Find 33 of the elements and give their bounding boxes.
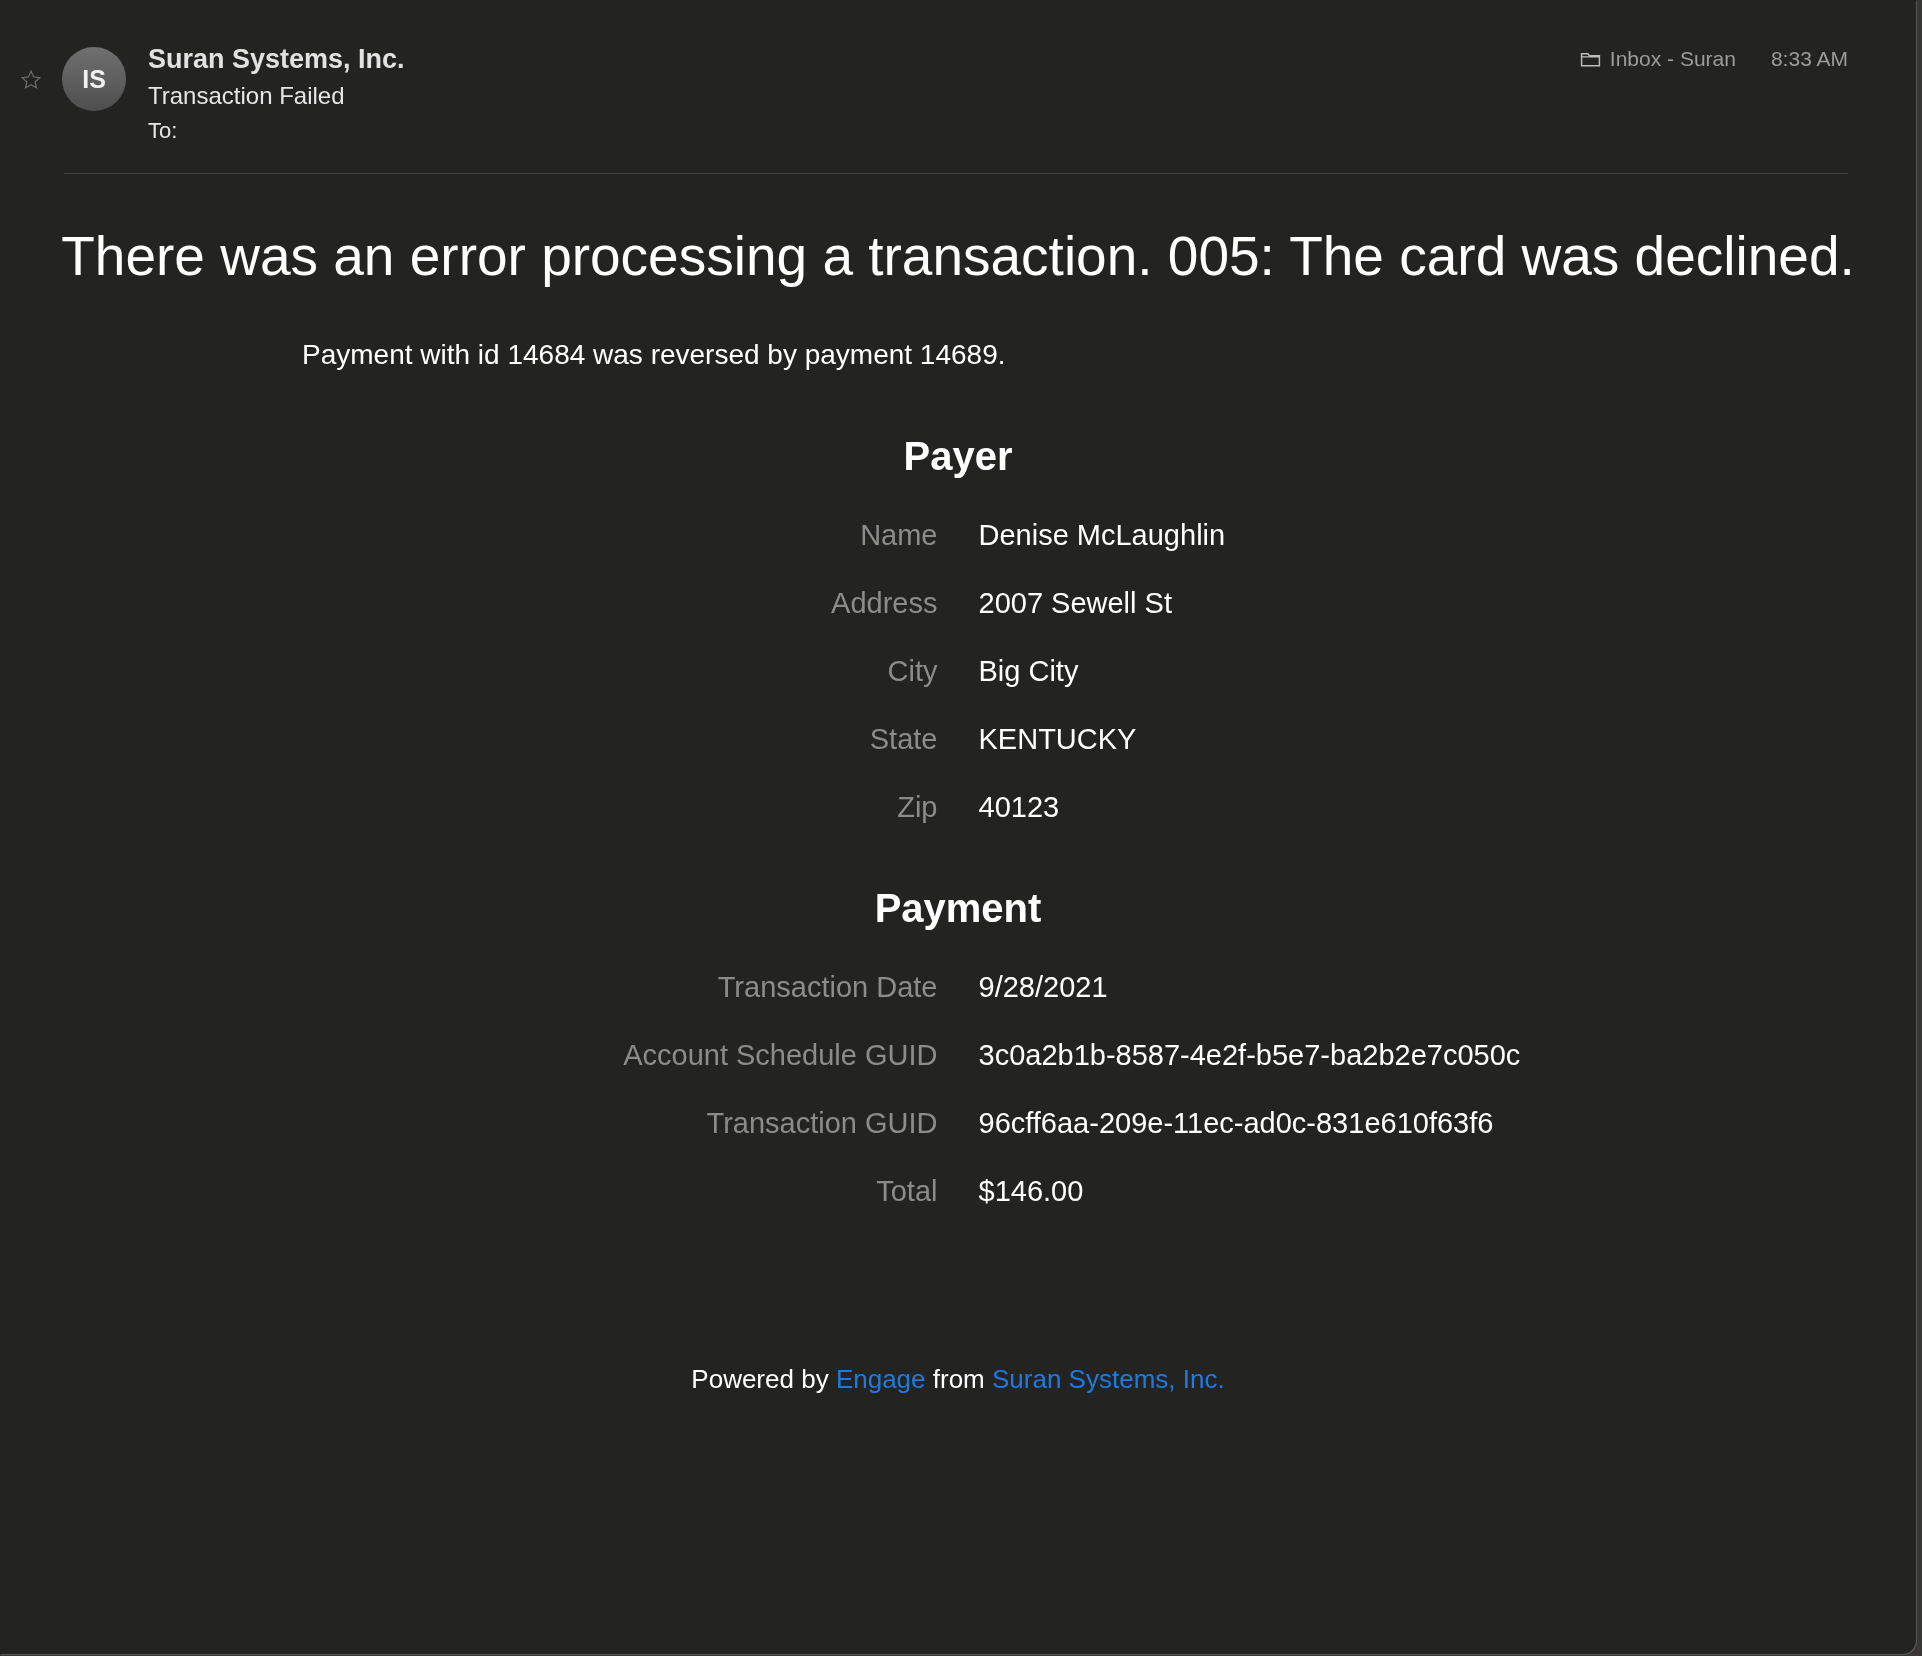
error-headline: There was an error processing a transaction. 005: The card was declined.	[60, 224, 1856, 288]
sender-name: Suran Systems, Inc.	[148, 43, 405, 76]
field-value: 3c0a2b1b-8587-4e2f-b5e7-ba2b2e7c050c	[978, 1038, 1522, 1072]
field-label: Account Schedule GUID	[622, 1038, 938, 1072]
powered-by-text: Powered by Engage from Suran Systems, Inc.	[690, 1363, 1226, 1395]
section-heading: Payment	[873, 885, 1043, 932]
mailbox-name[interactable]: Inbox - Suran	[1609, 47, 1736, 71]
field-label: Transaction GUID	[705, 1106, 938, 1140]
field-value: $146.00	[978, 1174, 1085, 1208]
field-value: KENTUCKY	[978, 722, 1138, 756]
email-time: 8:33 AM	[1770, 47, 1848, 71]
field-value: 2007 Sewell St	[978, 586, 1173, 620]
avatar: IS	[62, 47, 126, 111]
footer-link[interactable]: Suran Systems, Inc.	[992, 1364, 1225, 1394]
field-value: 9/28/2021	[978, 970, 1109, 1004]
field-label: Zip	[896, 790, 938, 824]
folder-icon	[1579, 50, 1601, 68]
reversal-note: Payment with id 14684 was reversed by payment 14689.	[302, 338, 1007, 372]
section-heading: Payer	[902, 433, 1014, 480]
footer-link[interactable]: Engage	[835, 1364, 926, 1394]
field-label: State	[868, 722, 938, 756]
field-label: Name	[859, 518, 938, 552]
field-value: Big City	[978, 654, 1080, 688]
recipient-label: To:	[148, 117, 179, 145]
field-label: Total	[875, 1174, 938, 1208]
field-value: 96cff6aa-209e-11ec-ad0c-831e610f63f6	[978, 1106, 1495, 1140]
star-icon[interactable]	[20, 69, 42, 91]
field-label: Transaction Date	[716, 970, 938, 1004]
field-value: 40123	[978, 790, 1061, 824]
field-value: Denise McLaughlin	[978, 518, 1227, 552]
field-label: Address	[830, 586, 938, 620]
field-label: City	[886, 654, 938, 688]
email-subject: Transaction Failed	[148, 81, 346, 111]
